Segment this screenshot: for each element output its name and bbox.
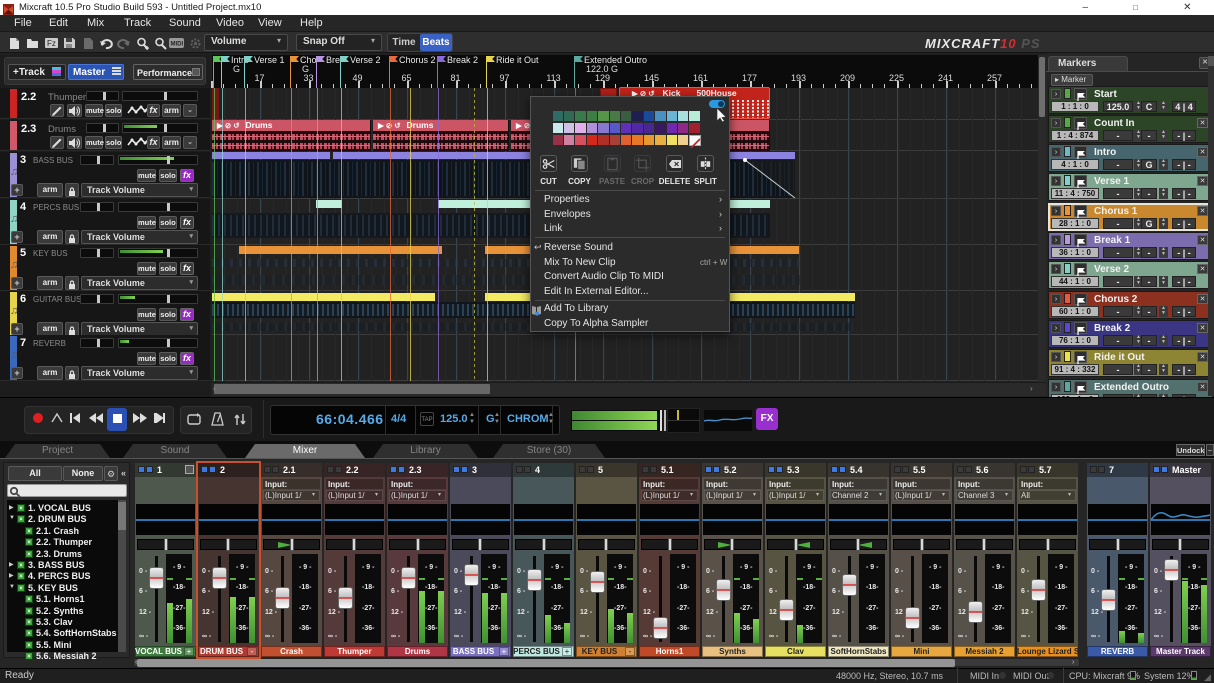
svg-text:Fz: Fz bbox=[47, 39, 56, 48]
svg-text:MIDI: MIDI bbox=[170, 42, 183, 48]
